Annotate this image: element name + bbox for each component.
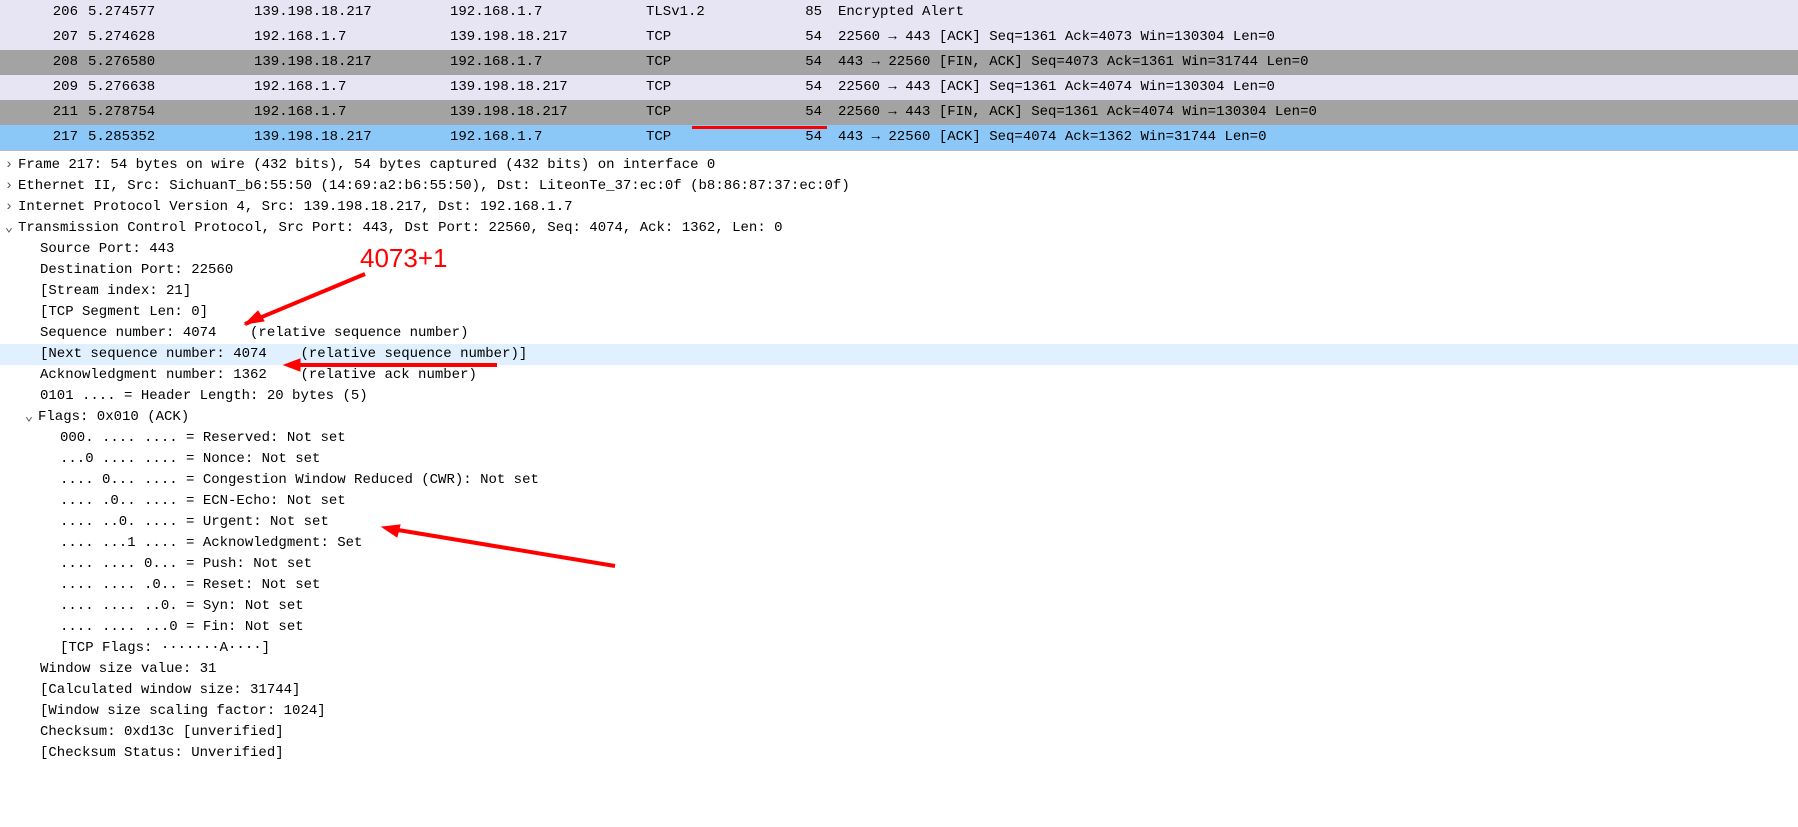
flag-nonce[interactable]: ...0 .... .... = Nonce: Not set — [0, 449, 1798, 470]
packet-destination: 139.198.18.217 — [442, 100, 638, 125]
packet-info: 22560 → 443 [FIN, ACK] Seq=1361 Ack=4074… — [830, 100, 1798, 125]
chevron-down-icon[interactable]: ⌄ — [0, 218, 18, 239]
packet-source: 192.168.1.7 — [246, 75, 442, 100]
annotation-text: 4073+1 — [360, 243, 447, 274]
packet-destination: 139.198.18.217 — [442, 25, 638, 50]
flag-reserved[interactable]: 000. .... .... = Reserved: Not set — [0, 428, 1798, 449]
packet-destination: 192.168.1.7 — [442, 50, 638, 75]
detail-ethernet[interactable]: ›Ethernet II, Src: SichuanT_b6:55:50 (14… — [0, 176, 1798, 197]
packet-time: 5.276638 — [80, 75, 246, 100]
packet-source: 139.198.18.217 — [246, 125, 442, 150]
packet-protocol: TCP — [638, 50, 764, 75]
packet-source: 139.198.18.217 — [246, 0, 442, 25]
packet-protocol: TCP — [638, 25, 764, 50]
packet-list[interactable]: 2065.274577139.198.18.217192.168.1.7TLSv… — [0, 0, 1798, 150]
packet-no: 207 — [0, 25, 80, 50]
packet-no: 211 — [0, 100, 80, 125]
packet-time: 5.274577 — [80, 0, 246, 25]
packet-source: 139.198.18.217 — [246, 50, 442, 75]
chevron-right-icon[interactable]: › — [0, 176, 18, 197]
checksum-status[interactable]: [Checksum Status: Unverified] — [0, 743, 1798, 764]
packet-length: 54 — [764, 50, 830, 75]
annotation-arrow-ackflag — [380, 521, 620, 571]
calculated-window-size[interactable]: [Calculated window size: 31744] — [0, 680, 1798, 701]
flag-ack[interactable]: .... ...1 .... = Acknowledgment: Set — [0, 533, 1798, 554]
detail-frame[interactable]: ›Frame 217: 54 bytes on wire (432 bits),… — [0, 155, 1798, 176]
packet-info: 443 → 22560 [FIN, ACK] Seq=4073 Ack=1361… — [830, 50, 1798, 75]
packet-protocol: TCP — [638, 75, 764, 100]
packet-length: 54 — [764, 75, 830, 100]
packet-protocol: TLSv1.2 — [638, 0, 764, 25]
packet-length: 54 — [764, 25, 830, 50]
packet-source: 192.168.1.7 — [246, 25, 442, 50]
packet-info: Encrypted Alert — [830, 0, 1798, 25]
packet-destination: 192.168.1.7 — [442, 125, 638, 150]
window-scaling-factor[interactable]: [Window size scaling factor: 1024] — [0, 701, 1798, 722]
packet-no: 206 — [0, 0, 80, 25]
packet-destination: 139.198.18.217 — [442, 75, 638, 100]
packet-destination: 192.168.1.7 — [442, 0, 638, 25]
next-sequence-number[interactable]: [Next sequence number: 4074 (relative se… — [0, 344, 1798, 365]
packet-source: 192.168.1.7 — [246, 100, 442, 125]
annotation-arrow-ack — [282, 356, 502, 374]
chevron-right-icon[interactable]: › — [0, 155, 18, 176]
packet-details[interactable]: ›Frame 217: 54 bytes on wire (432 bits),… — [0, 150, 1798, 768]
annotation-underline — [692, 126, 827, 129]
packet-row[interactable]: 2175.285352139.198.18.217192.168.1.7TCP5… — [0, 125, 1798, 150]
packet-info: 22560 → 443 [ACK] Seq=1361 Ack=4074 Win=… — [830, 75, 1798, 100]
flag-cwr[interactable]: .... 0... .... = Congestion Window Reduc… — [0, 470, 1798, 491]
flag-syn[interactable]: .... .... ..0. = Syn: Not set — [0, 596, 1798, 617]
chevron-right-icon[interactable]: › — [0, 197, 18, 218]
header-length[interactable]: 0101 .... = Header Length: 20 bytes (5) — [0, 386, 1798, 407]
packet-row[interactable]: 2095.276638192.168.1.7139.198.18.217TCP5… — [0, 75, 1798, 100]
annotation-arrow-seq — [230, 269, 370, 334]
packet-no: 217 — [0, 125, 80, 150]
flag-push[interactable]: .... .... 0... = Push: Not set — [0, 554, 1798, 575]
detail-ip[interactable]: ›Internet Protocol Version 4, Src: 139.1… — [0, 197, 1798, 218]
source-port[interactable]: Source Port: 443 — [0, 239, 1798, 260]
packet-info: 443 → 22560 [ACK] Seq=4074 Ack=1362 Win=… — [830, 125, 1798, 150]
packet-info: 22560 → 443 [ACK] Seq=1361 Ack=4073 Win=… — [830, 25, 1798, 50]
chevron-down-icon[interactable]: ⌄ — [20, 407, 38, 428]
flag-fin[interactable]: .... .... ...0 = Fin: Not set — [0, 617, 1798, 638]
packet-no: 208 — [0, 50, 80, 75]
detail-tcp[interactable]: ⌄Transmission Control Protocol, Src Port… — [0, 218, 1798, 239]
ack-number[interactable]: Acknowledgment number: 1362 (relative ac… — [0, 365, 1798, 386]
packet-row[interactable]: 2085.276580139.198.18.217192.168.1.7TCP5… — [0, 50, 1798, 75]
flag-ecn[interactable]: .... .0.. .... = ECN-Echo: Not set — [0, 491, 1798, 512]
flag-urgent[interactable]: .... ..0. .... = Urgent: Not set — [0, 512, 1798, 533]
tcp-flags-summary[interactable]: [TCP Flags: ·······A····] — [0, 638, 1798, 659]
packet-row[interactable]: 2115.278754192.168.1.7139.198.18.217TCP5… — [0, 100, 1798, 125]
packet-protocol: TCP — [638, 100, 764, 125]
packet-row[interactable]: 2065.274577139.198.18.217192.168.1.7TLSv… — [0, 0, 1798, 25]
packet-row[interactable]: 2075.274628192.168.1.7139.198.18.217TCP5… — [0, 25, 1798, 50]
flags-header[interactable]: ⌄Flags: 0x010 (ACK) — [0, 407, 1798, 428]
packet-time: 5.276580 — [80, 50, 246, 75]
window-size[interactable]: Window size value: 31 — [0, 659, 1798, 680]
checksum[interactable]: Checksum: 0xd13c [unverified] — [0, 722, 1798, 743]
packet-time: 5.274628 — [80, 25, 246, 50]
flag-reset[interactable]: .... .... .0.. = Reset: Not set — [0, 575, 1798, 596]
packet-length: 85 — [764, 0, 830, 25]
packet-time: 5.278754 — [80, 100, 246, 125]
packet-no: 209 — [0, 75, 80, 100]
packet-length: 54 — [764, 100, 830, 125]
packet-time: 5.285352 — [80, 125, 246, 150]
